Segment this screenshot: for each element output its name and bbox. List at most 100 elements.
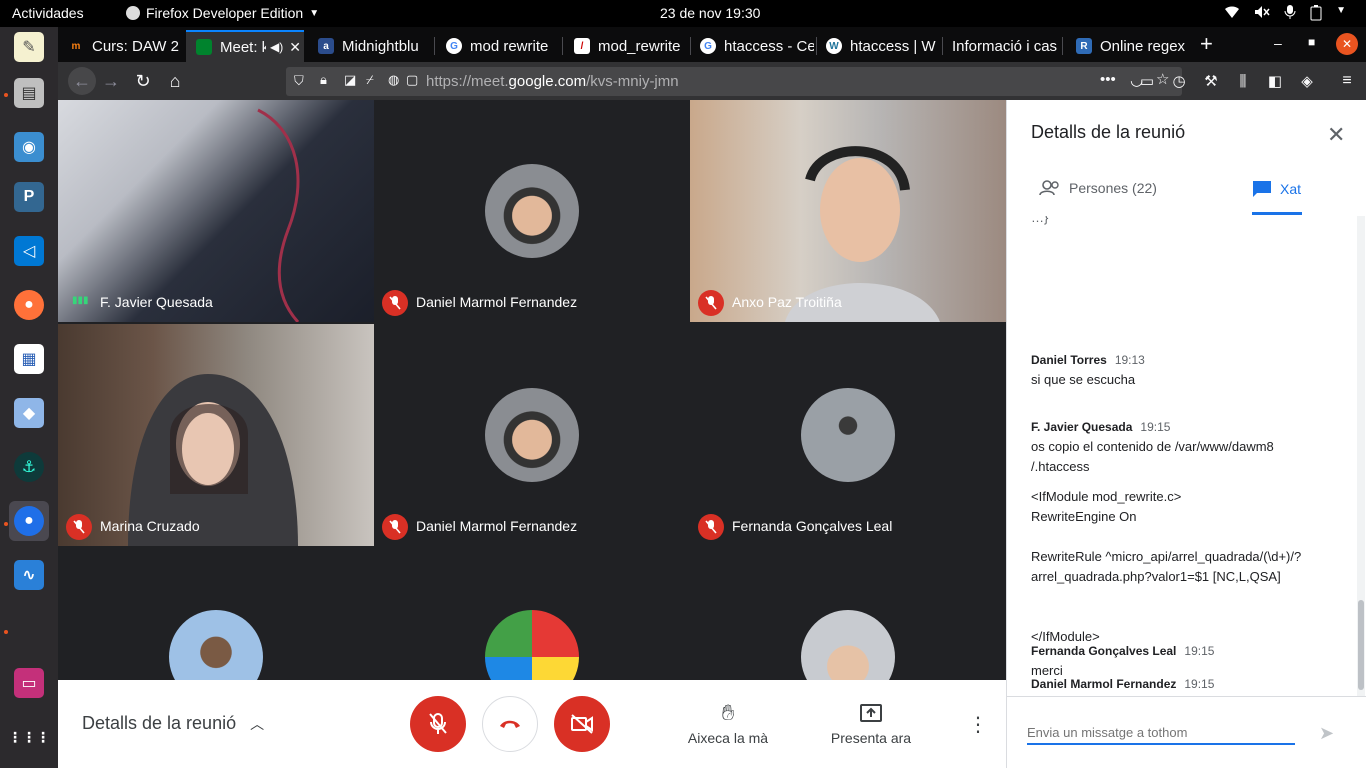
sidebar-icon[interactable]: ◧: [1264, 70, 1286, 92]
participant-tile[interactable]: [690, 548, 1006, 680]
firefox-dev-icon: ●: [14, 506, 44, 536]
dock-firefox[interactable]: ●: [9, 285, 49, 325]
tab-htaccess-google[interactable]: Ghtaccess - Ce: [690, 30, 814, 62]
firefox-icon: ●: [14, 290, 44, 320]
raise-hand-button[interactable]: ✋︎ Aixeca la mà: [673, 700, 783, 746]
tab-curs-daw[interactable]: m Curs: DAW 2: [58, 30, 186, 62]
participant-tile[interactable]: [374, 548, 690, 680]
chat-scrollbar[interactable]: [1357, 216, 1365, 696]
dock-gitkraken[interactable]: ⚓: [9, 447, 49, 487]
camera-muted-icon[interactable]: ◪: [344, 72, 356, 88]
tab-meet[interactable]: Meet: k ◀) ✕: [186, 30, 304, 62]
app-menu-label: Firefox Developer Edition: [146, 5, 304, 21]
chat-message-list[interactable]: …} Daniel Torres 19:13 si que se escucha …: [1007, 216, 1357, 696]
mic-muted-icon: [698, 514, 724, 540]
avatar: [485, 610, 579, 680]
extension-icon[interactable]: ◈: [1296, 70, 1318, 92]
tab-mod-rewrite-google[interactable]: Gmod rewrite: [436, 30, 560, 62]
show-apps-button[interactable]: ⋮⋮⋮: [8, 717, 50, 757]
url-text[interactable]: https://meet.google.com/kvs-mniy-jmn: [426, 73, 679, 90]
tab-online-regex[interactable]: R Online regex: [1066, 30, 1196, 62]
forward-button[interactable]: →: [100, 70, 122, 92]
wordpress-icon: W: [826, 38, 842, 54]
tab-chat[interactable]: Xat: [1252, 180, 1301, 198]
message-time: 19:15: [1184, 644, 1215, 658]
activities-button[interactable]: Actividades: [12, 5, 84, 21]
participant-tile[interactable]: ▮▮▮ F. Javier Quesada: [58, 100, 374, 322]
home-button[interactable]: ⌂: [164, 70, 186, 92]
dock-firefox-dev[interactable]: ●: [9, 501, 49, 541]
library-icon[interactable]: ⫼: [1232, 70, 1254, 92]
meeting-controls-bar: Detalls de la reunió ︿ ✋︎ Aixeca la mà P…: [58, 680, 1006, 768]
leave-call-button[interactable]: [482, 696, 538, 752]
participant-tile[interactable]: Fernanda Gonçalves Leal: [690, 324, 1006, 546]
tab-htaccess-wordpress[interactable]: Whtaccess | W: [816, 30, 940, 62]
dock-postgres[interactable]: P: [9, 177, 49, 217]
avatar: [801, 610, 895, 680]
dock-system-monitor[interactable]: ∿: [9, 555, 49, 595]
system-tray[interactable]: ▼: [1224, 5, 1346, 21]
more-options-icon[interactable]: ⋮: [968, 712, 988, 737]
address-bar[interactable]: ⛉ 🔒︎ ◪ ⌿ ◍ ▢ https://meet.google.com/kvs…: [286, 67, 1182, 96]
hang-up-icon: [500, 720, 520, 728]
chat-compose: ➤: [1007, 696, 1366, 768]
dock-cube-app[interactable]: ◆: [9, 393, 49, 433]
hamburger-menu-icon[interactable]: ≡: [1336, 70, 1358, 92]
back-button[interactable]: ←: [68, 67, 96, 95]
reload-button[interactable]: ↻: [132, 70, 154, 92]
camera-toggle-button[interactable]: [554, 696, 610, 752]
regex-icon: R: [1076, 38, 1092, 54]
app-grid-icon: ⋮⋮⋮: [8, 728, 50, 745]
clock[interactable]: 23 de nov 19:30: [660, 5, 760, 21]
maximize-button[interactable]: ■: [1308, 35, 1315, 49]
minimize-button[interactable]: –: [1274, 35, 1282, 51]
window-close-button[interactable]: ✕: [1336, 33, 1358, 55]
app-menu[interactable]: Firefox Developer Edition ▼: [126, 5, 319, 21]
active-tab-indicator: [1252, 212, 1302, 215]
send-icon[interactable]: ➤: [1319, 723, 1334, 744]
folder-icon[interactable]: ▭: [1136, 70, 1158, 92]
new-tab-button[interactable]: +: [1200, 31, 1213, 57]
dock-writer[interactable]: ▦: [9, 339, 49, 379]
tab-people[interactable]: Persones (22): [1039, 180, 1157, 196]
tab-mod-rewrite[interactable]: / mod_rewrite: [564, 30, 688, 62]
chat-message-input[interactable]: [1027, 721, 1295, 745]
dock-vscode[interactable]: ◁: [9, 231, 49, 271]
dock-text-editor[interactable]: ✎: [9, 27, 49, 67]
tab-informacio[interactable]: Informació i cas: [942, 30, 1060, 62]
permissions-icon[interactable]: ◍: [388, 72, 399, 88]
dock-files[interactable]: ▤: [9, 73, 49, 113]
dock-screenshot[interactable]: ◉: [9, 127, 49, 167]
participant-tile[interactable]: Daniel Marmol Fernandez: [374, 324, 690, 546]
close-icon[interactable]: ✕: [289, 39, 301, 56]
google-icon: G: [446, 38, 462, 54]
history-icon[interactable]: ◷: [1168, 70, 1190, 92]
meeting-details-toggle[interactable]: Detalls de la reunió ︿: [82, 713, 264, 734]
speaker-icon[interactable]: ◀): [270, 40, 283, 54]
mic-toggle-button[interactable]: [410, 696, 466, 752]
lock-icon[interactable]: 🔒︎: [320, 72, 327, 88]
shield-icon[interactable]: ⛉: [294, 73, 304, 89]
participant-tile[interactable]: Marina Cruzado: [58, 324, 374, 546]
chat-icon[interactable]: ▢: [406, 72, 418, 88]
participant-tile[interactable]: Anxo Paz Troitiña: [690, 100, 1006, 322]
participant-tile[interactable]: [58, 548, 374, 680]
mic-muted-icon: [698, 290, 724, 316]
dock-remote-desktop[interactable]: ▭: [9, 663, 49, 703]
participant-tile[interactable]: Daniel Marmol Fernandez: [374, 100, 690, 322]
page-actions-icon[interactable]: •••: [1100, 71, 1116, 88]
chevron-down-icon: ▼: [1336, 5, 1346, 16]
present-now-label: Presenta ara: [830, 730, 912, 746]
video-feed: [128, 374, 298, 546]
meeting-details-panel: Detalls de la reunió ✕ Persones (22) Xat…: [1006, 100, 1366, 768]
devtools-wrench-icon[interactable]: ⚒: [1200, 70, 1222, 92]
present-now-button[interactable]: Presenta ara: [816, 700, 926, 746]
battery-icon: [1310, 5, 1322, 21]
tab-midnightblue[interactable]: a Midnightblu: [308, 30, 432, 62]
cube-icon: ◆: [14, 398, 44, 428]
mic-muted-icon: [66, 514, 92, 540]
close-icon[interactable]: ✕: [1327, 122, 1345, 148]
browser-toolbar: ← → ↻ ⌂ ⛉ 🔒︎ ◪ ⌿ ◍ ▢ https://meet.google…: [58, 62, 1366, 100]
avatar: [485, 164, 579, 258]
mic-muted-icon[interactable]: ⌿: [366, 72, 374, 88]
